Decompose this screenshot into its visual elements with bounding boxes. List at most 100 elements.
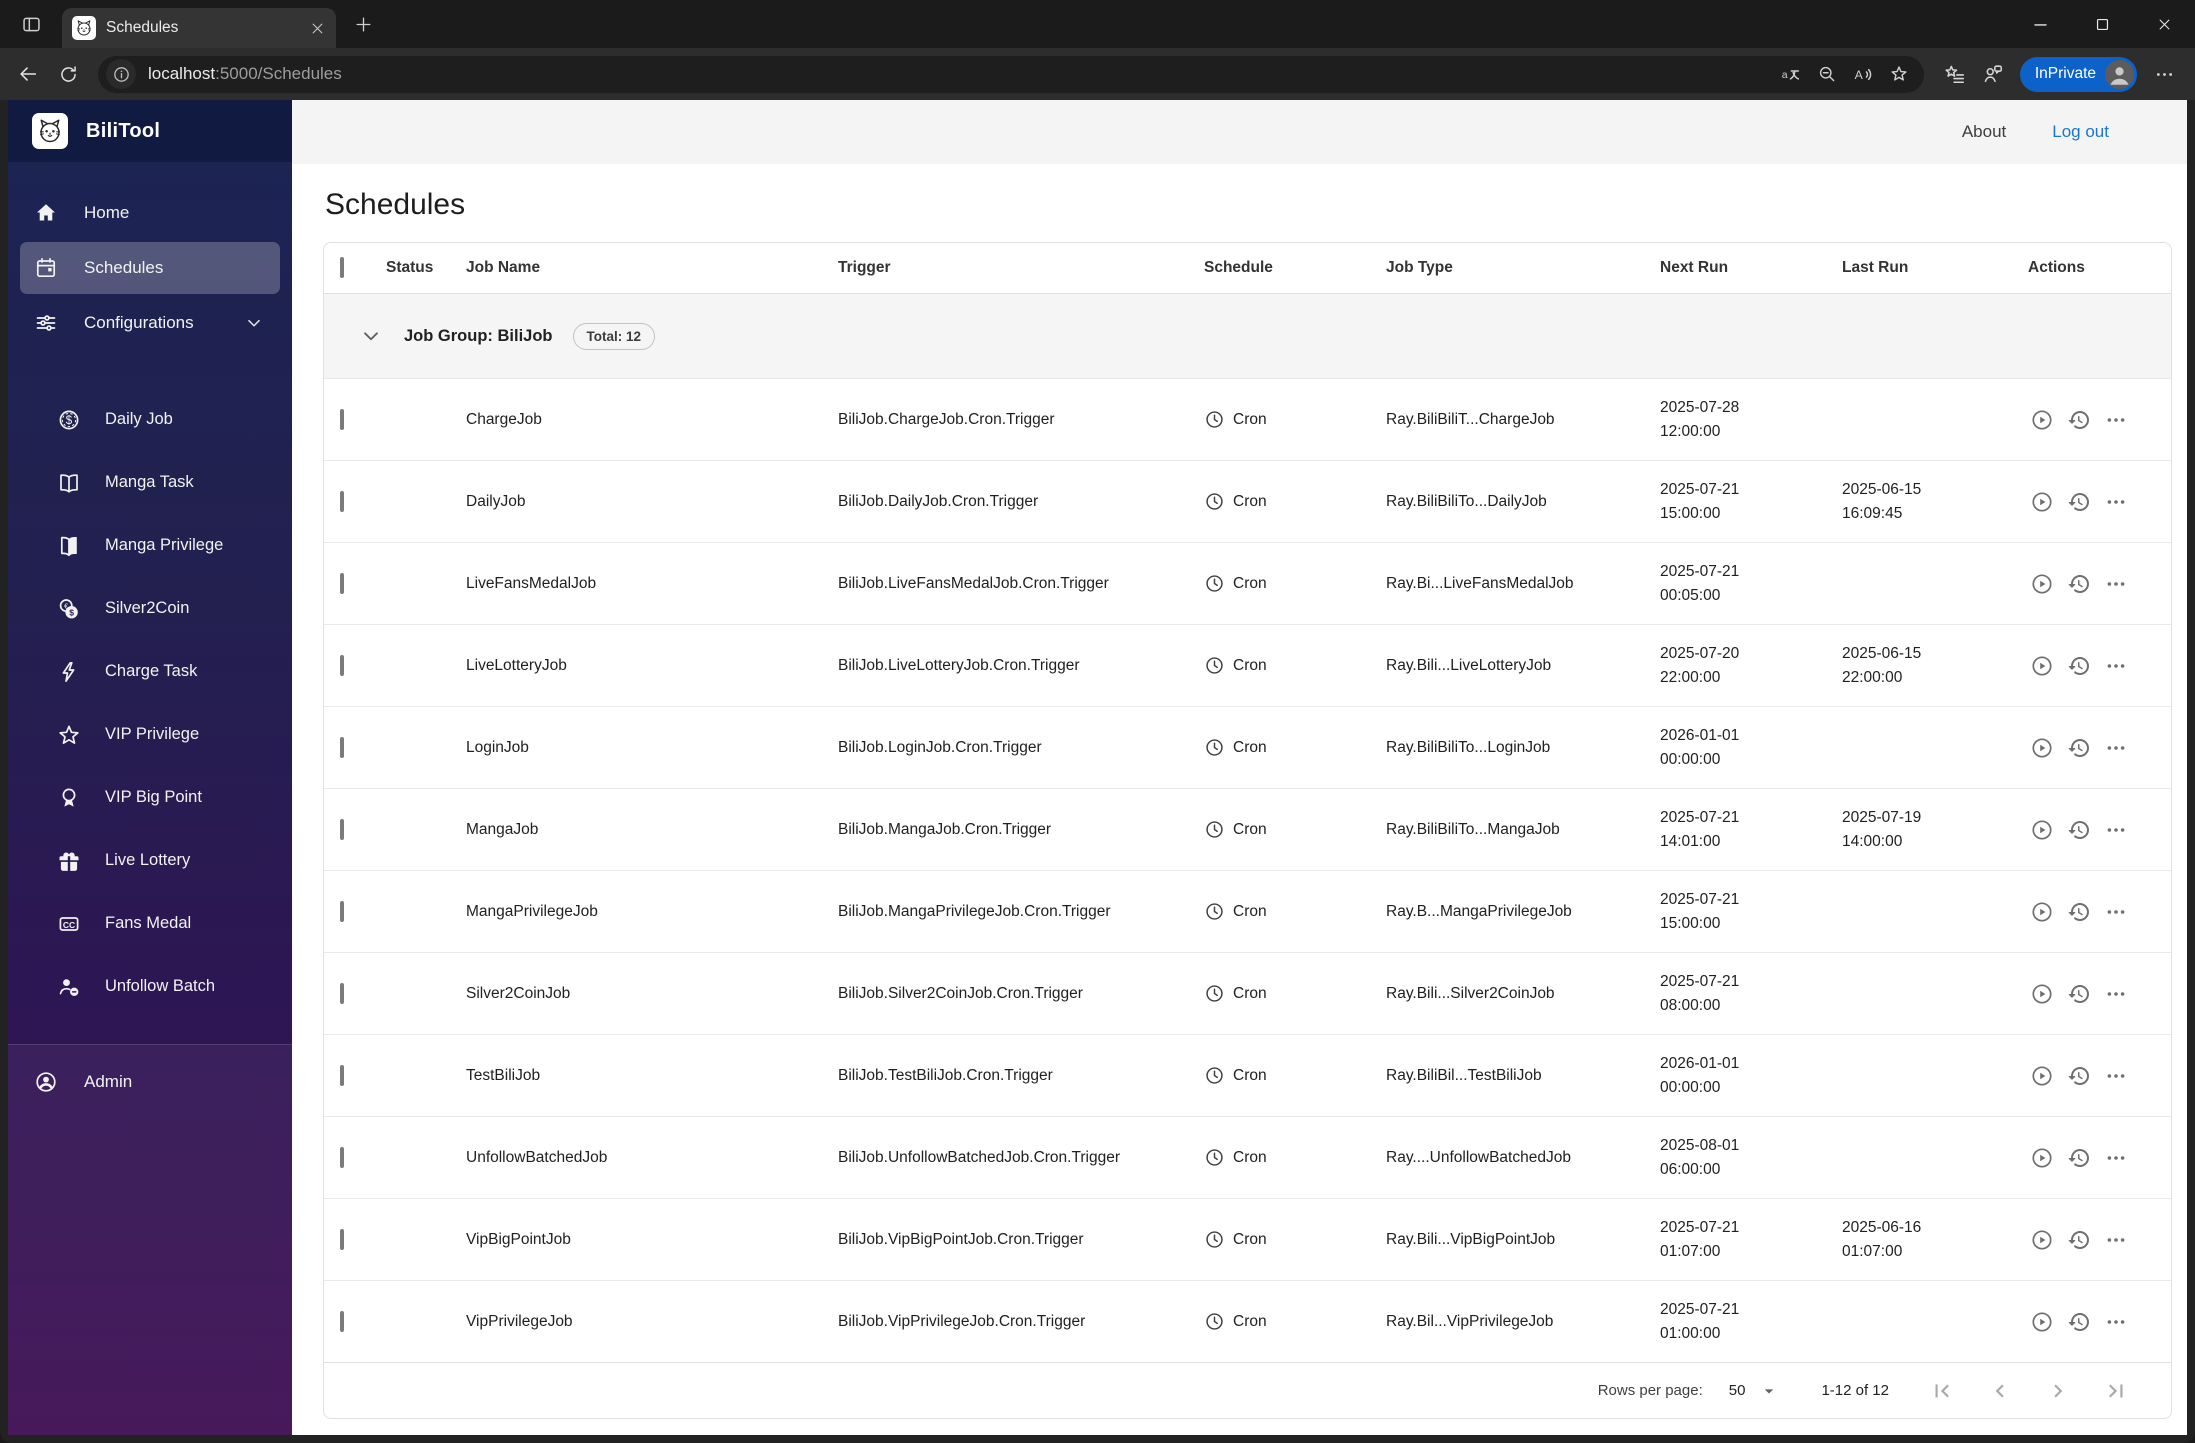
tab-actions-menu-icon[interactable]: [16, 9, 46, 39]
job-history-button[interactable]: [2065, 1308, 2092, 1335]
home-icon: [34, 201, 58, 225]
chevron-down-icon[interactable]: [242, 312, 266, 334]
job-history-button[interactable]: [2065, 734, 2092, 761]
job-type-cell: Ray.BiliBiliTo...LoginJob: [1386, 738, 1551, 756]
run-job-button[interactable]: [2028, 1144, 2055, 1171]
rows-per-page-select[interactable]: 50: [1729, 1381, 1780, 1401]
more-actions-button[interactable]: [2102, 488, 2129, 515]
run-job-button[interactable]: [2028, 1062, 2055, 1089]
read-aloud-icon[interactable]: A: [1848, 59, 1878, 89]
table-row: VipPrivilegeJob BiliJob.VipPrivilegeJob.C…: [324, 1280, 2171, 1362]
sidebar-item-label: Fans Medal: [105, 914, 192, 932]
browser-tab[interactable]: Schedules: [62, 8, 336, 48]
more-actions-button[interactable]: [2102, 652, 2129, 679]
new-tab-button[interactable]: [348, 9, 378, 39]
zoom-out-icon[interactable]: [1812, 59, 1842, 89]
sidebar-item-daily-job[interactable]: $ Daily Job: [20, 388, 280, 451]
job-history-button[interactable]: [2065, 816, 2092, 843]
row-actions-cell: [2028, 1308, 2171, 1335]
sidebar-item-configurations[interactable]: Configurations: [20, 297, 280, 349]
inprivate-badge[interactable]: InPrivate: [2019, 56, 2137, 92]
run-job-button[interactable]: [2028, 406, 2055, 433]
sidebar-item-live-lottery[interactable]: Live Lottery: [20, 829, 280, 892]
run-job-button[interactable]: [2028, 488, 2055, 515]
more-actions-button[interactable]: [2102, 980, 2129, 1007]
row-select-checkbox[interactable]: [340, 1310, 344, 1332]
job-history-button[interactable]: [2065, 898, 2092, 925]
more-actions-button[interactable]: [2102, 734, 2129, 761]
sidebar-item-manga-privilege[interactable]: Manga Privilege: [20, 514, 280, 577]
row-select-checkbox[interactable]: [340, 900, 344, 922]
row-select-checkbox[interactable]: [340, 1064, 344, 1086]
row-select-checkbox[interactable]: [340, 1228, 344, 1250]
favorite-star-icon[interactable]: [1884, 59, 1914, 89]
job-history-button[interactable]: [2065, 980, 2092, 1007]
more-actions-button[interactable]: [2102, 1308, 2129, 1335]
sidebar-item-unfollow-batch[interactable]: Unfollow Batch: [20, 955, 280, 1018]
row-select-checkbox[interactable]: [340, 1146, 344, 1168]
translate-icon[interactable]: a: [1776, 59, 1806, 89]
run-job-button[interactable]: [2028, 980, 2055, 1007]
last-page-button[interactable]: [2103, 1378, 2129, 1404]
url-text[interactable]: localhost:5000/Schedules: [148, 64, 1770, 84]
profile-avatar-icon[interactable]: [2105, 59, 2134, 89]
group-collapse-chevron-icon[interactable]: [358, 323, 384, 349]
tab-close-icon[interactable]: [306, 17, 328, 39]
sidebar-item-schedules[interactable]: Schedules: [20, 242, 280, 294]
job-history-button[interactable]: [2065, 1062, 2092, 1089]
browser-menu-icon[interactable]: [2147, 57, 2181, 91]
job-history-button[interactable]: [2065, 406, 2092, 433]
job-history-button[interactable]: [2065, 1226, 2092, 1253]
more-actions-button[interactable]: [2102, 1144, 2129, 1171]
favorites-list-icon[interactable]: [1938, 57, 1972, 91]
row-select-checkbox[interactable]: [340, 818, 344, 840]
job-group-row[interactable]: Job Group: BiliJob Total: 12: [324, 293, 2171, 378]
browser-essentials-icon[interactable]: [1976, 57, 2010, 91]
row-select-checkbox[interactable]: [340, 736, 344, 758]
previous-page-button[interactable]: [1987, 1378, 2013, 1404]
more-actions-button[interactable]: [2102, 570, 2129, 597]
window-minimize-button[interactable]: [2009, 0, 2071, 48]
run-job-button[interactable]: [2028, 1308, 2055, 1335]
refresh-button[interactable]: [50, 56, 86, 92]
run-job-button[interactable]: [2028, 570, 2055, 597]
row-select-checkbox[interactable]: [340, 572, 344, 594]
more-actions-button[interactable]: [2102, 816, 2129, 843]
sidebar-item-home[interactable]: Home: [20, 187, 280, 239]
row-select-checkbox[interactable]: [340, 982, 344, 1004]
sidebar-item-manga-task[interactable]: Manga Task: [20, 451, 280, 514]
window-close-button[interactable]: [2133, 0, 2195, 48]
sidebar-item-silver2coin[interactable]: € $ Silver2Coin: [20, 577, 280, 640]
sidebar-item-vip-privilege[interactable]: VIP Privilege: [20, 703, 280, 766]
select-all-checkbox[interactable]: [340, 257, 344, 278]
job-history-button[interactable]: [2065, 570, 2092, 597]
row-select-checkbox[interactable]: [340, 408, 344, 430]
sidebar-item-vip-big-point[interactable]: VIP Big Point: [20, 766, 280, 829]
run-job-button[interactable]: [2028, 1226, 2055, 1253]
back-button[interactable]: [10, 56, 46, 92]
job-history-button[interactable]: [2065, 1144, 2092, 1171]
run-job-button[interactable]: [2028, 816, 2055, 843]
next-page-button[interactable]: [2045, 1378, 2071, 1404]
about-link[interactable]: About: [1962, 122, 2006, 142]
first-page-button[interactable]: [1929, 1378, 1955, 1404]
sidebar-item-charge-task[interactable]: Charge Task: [20, 640, 280, 703]
run-job-button[interactable]: [2028, 734, 2055, 761]
row-select-checkbox[interactable]: [340, 654, 344, 676]
run-job-button[interactable]: [2028, 898, 2055, 925]
job-history-button[interactable]: [2065, 652, 2092, 679]
row-select-checkbox[interactable]: [340, 490, 344, 512]
more-actions-button[interactable]: [2102, 898, 2129, 925]
address-bar[interactable]: localhost:5000/Schedules a A: [98, 55, 1924, 93]
sidebar-item-fans-medal[interactable]: CC Fans Medal: [20, 892, 280, 955]
logout-link[interactable]: Log out: [2052, 122, 2109, 142]
more-actions-button[interactable]: [2102, 1062, 2129, 1089]
more-actions-button[interactable]: [2102, 1226, 2129, 1253]
more-actions-button[interactable]: [2102, 406, 2129, 433]
run-job-button[interactable]: [2028, 652, 2055, 679]
sidebar-item-admin[interactable]: Admin: [20, 1056, 280, 1108]
job-history-button[interactable]: [2065, 488, 2092, 515]
window-maximize-button[interactable]: [2071, 0, 2133, 48]
site-info-icon[interactable]: [106, 59, 136, 89]
job-name-cell: MangaJob: [466, 820, 539, 838]
